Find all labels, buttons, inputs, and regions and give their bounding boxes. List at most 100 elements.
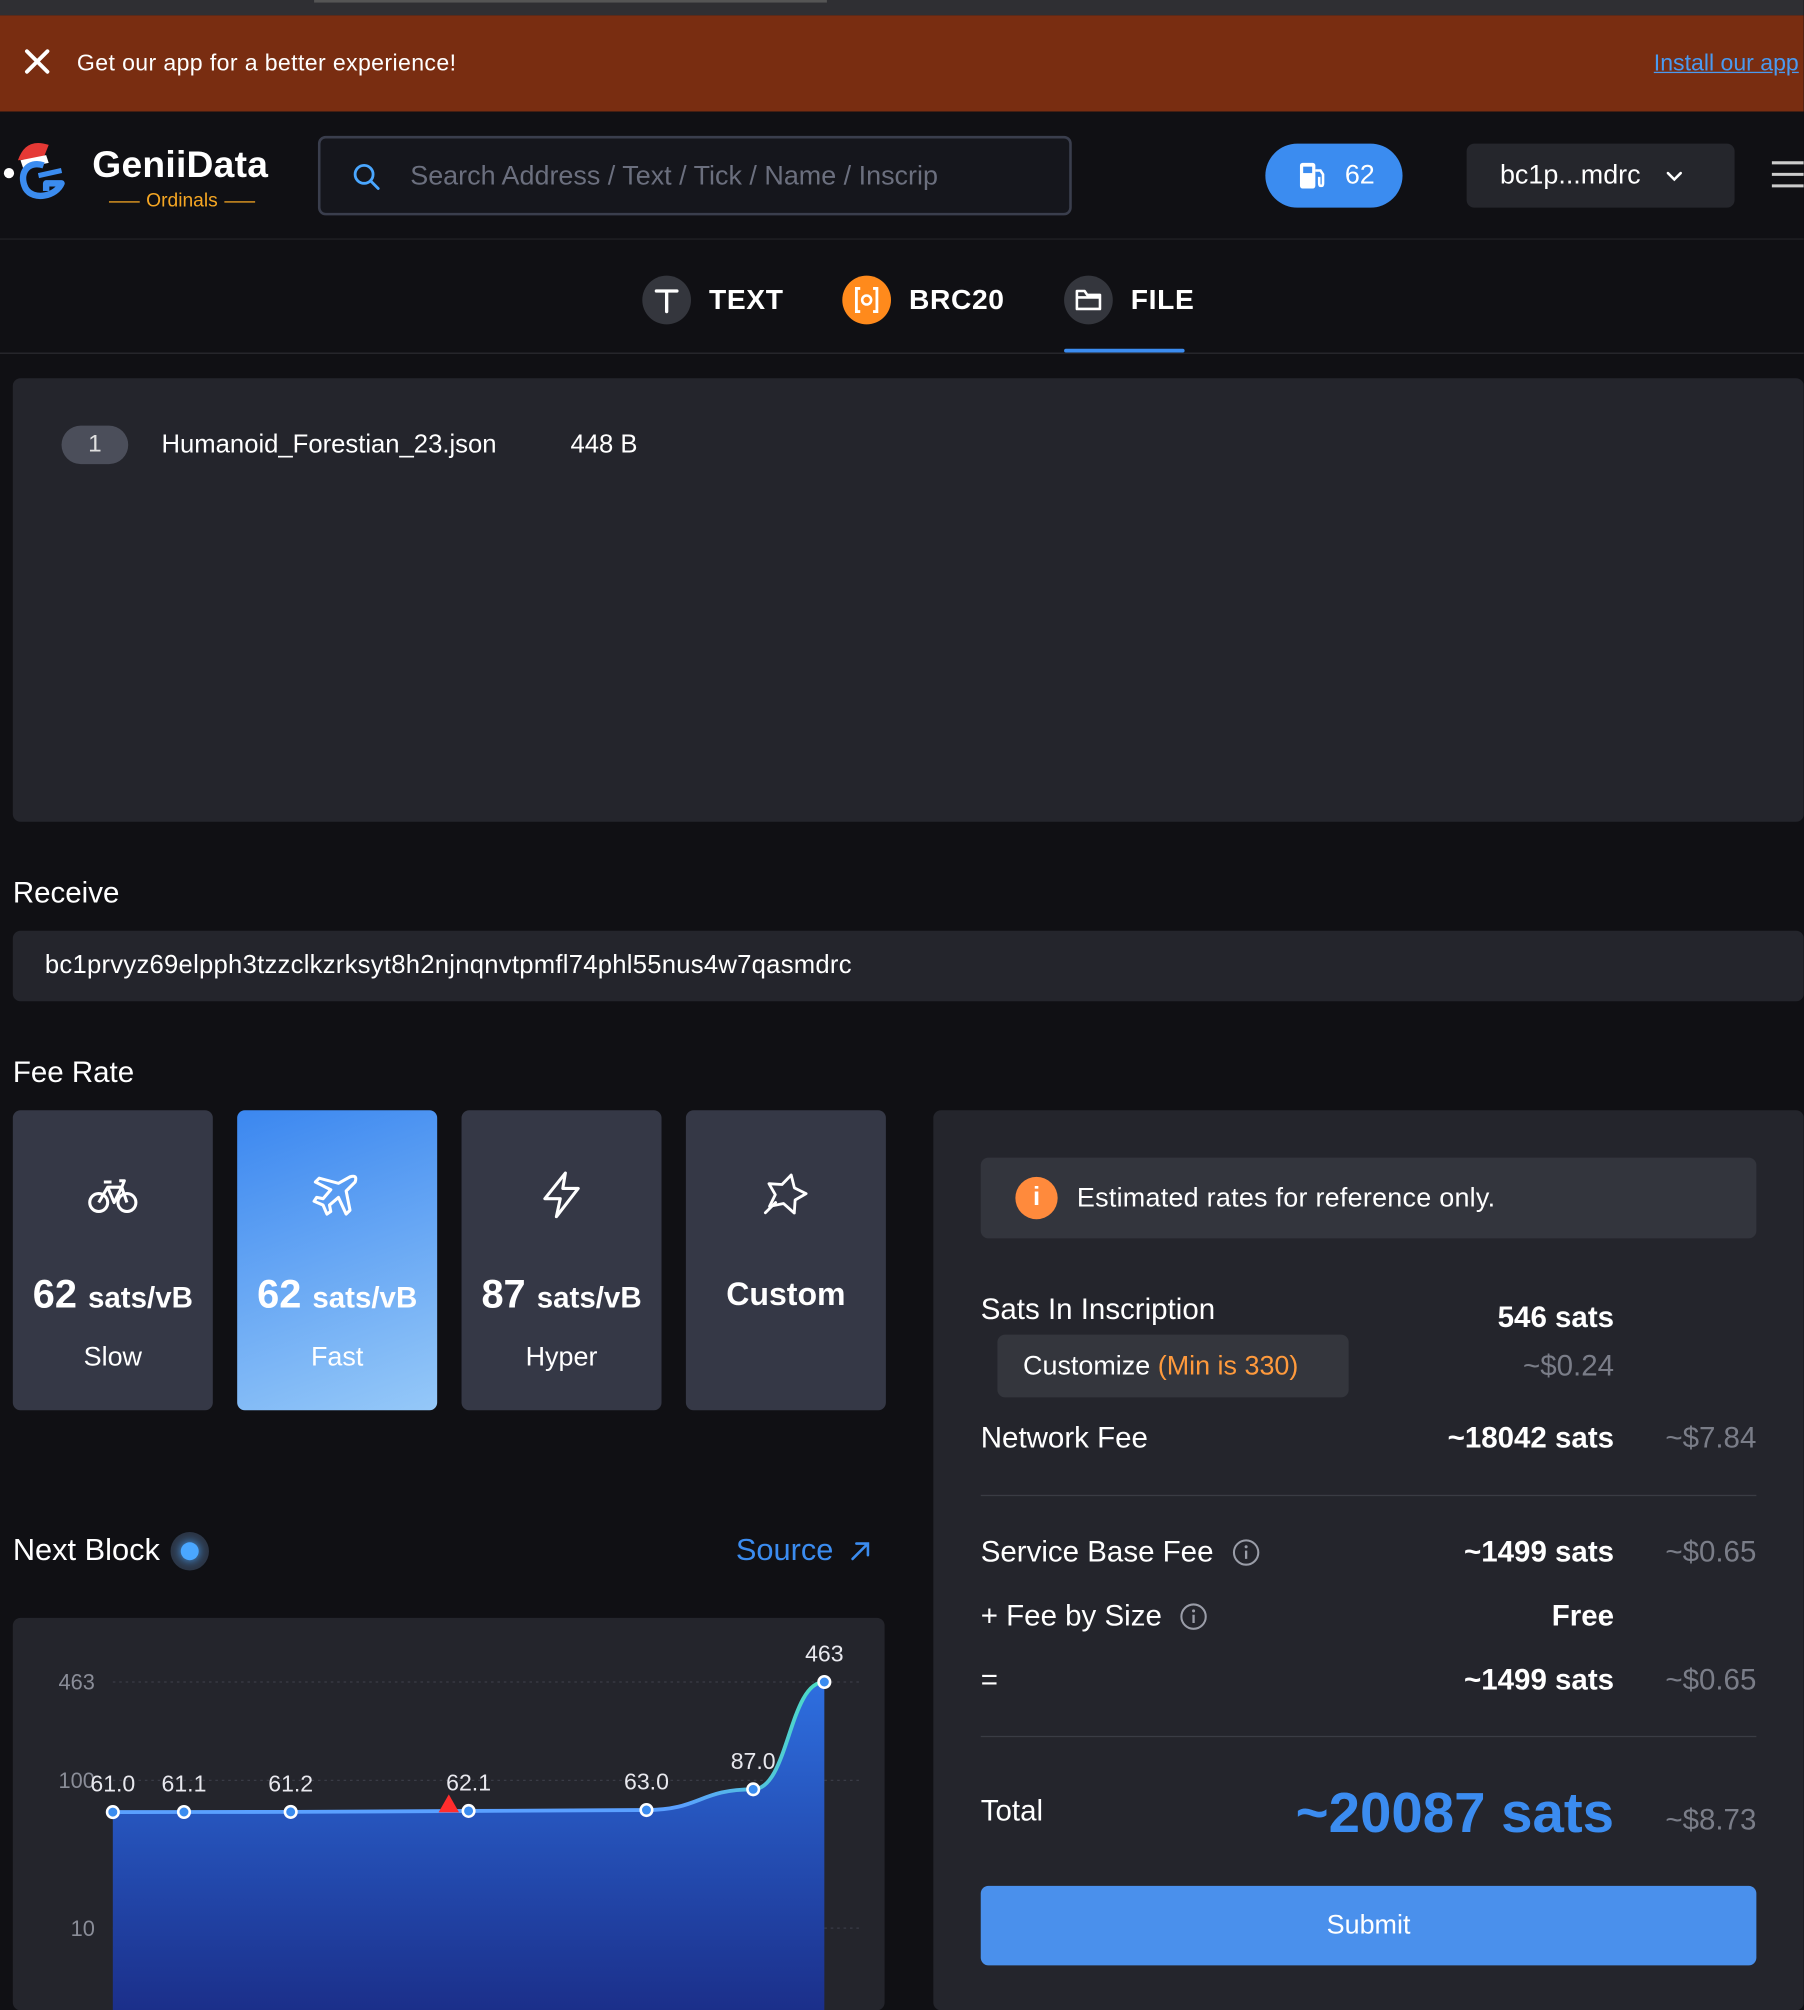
active-tab-indicator bbox=[1064, 348, 1185, 353]
folder-icon bbox=[1064, 275, 1113, 325]
source-label: Source bbox=[735, 1533, 834, 1568]
wallet-dropdown[interactable]: bc1p...mdrc bbox=[1466, 143, 1735, 208]
brc20-tab-icon bbox=[842, 275, 892, 325]
chart-point bbox=[176, 1804, 192, 1820]
chart-point bbox=[817, 1674, 832, 1690]
gas-fee-button[interactable]: 62 bbox=[1265, 143, 1403, 208]
gas-fee-value: 62 bbox=[1344, 160, 1375, 190]
receive-label: Receive bbox=[12, 875, 120, 909]
chart-point bbox=[105, 1805, 120, 1820]
chart-data-label: 463 bbox=[805, 1640, 843, 1666]
file-list: 1 Humanoid_Forestian_23.json 448 B bbox=[12, 378, 1804, 822]
close-icon[interactable] bbox=[23, 47, 51, 75]
live-status-icon bbox=[170, 1532, 209, 1571]
chart-area bbox=[112, 1682, 825, 2010]
fee-by-size-row: + Fee by Size bbox=[981, 1599, 1208, 1634]
chart-y-tick-label: 10 bbox=[71, 1916, 95, 1941]
service-fee-total-value: ~1499 sats bbox=[1464, 1662, 1615, 1697]
fee-rate-label: Fee Rate bbox=[12, 1055, 135, 1089]
current-fee-marker bbox=[438, 1794, 460, 1813]
tab-file[interactable]: FILE bbox=[1064, 274, 1194, 325]
file-size: 448 B bbox=[570, 430, 638, 459]
fee-slow-label: Slow bbox=[83, 1342, 143, 1372]
fee-by-size-value: Free bbox=[1551, 1598, 1615, 1633]
equals-label: = bbox=[980, 1662, 998, 1697]
fee-summary-panel: i Estimated rates for reference only. Sa… bbox=[933, 1110, 1804, 2010]
file-index-badge: 1 bbox=[61, 425, 129, 465]
tab-brc20[interactable]: BRC20 bbox=[842, 274, 1004, 325]
next-block-chart: 463 100 10 61.0 61.1 61.2 62.1 63.0 87.0 463 bbox=[12, 1617, 885, 2010]
browser-tab-indicator bbox=[314, 0, 827, 3]
service-base-fee-row: Service Base Fee bbox=[981, 1535, 1260, 1570]
service-base-fee-label: Service Base Fee bbox=[980, 1534, 1214, 1568]
search-icon bbox=[353, 163, 380, 190]
airplane-icon bbox=[312, 1174, 358, 1216]
logo-name: GeniiData bbox=[92, 144, 269, 186]
logo-subtitle: Ordinals bbox=[103, 190, 262, 212]
network-fee-value: ~18042 sats bbox=[1447, 1420, 1615, 1454]
chart-y-ticks: 46310010 bbox=[59, 1670, 95, 1941]
chart-data-label: 63.0 bbox=[624, 1769, 669, 1795]
chart-data-label: 62.1 bbox=[446, 1769, 491, 1795]
lightning-icon bbox=[543, 1171, 580, 1219]
fee-hyper-rate: 87 sats/vB bbox=[481, 1271, 642, 1317]
banner-message: Get our app for a better experience! bbox=[76, 49, 457, 76]
logo[interactable]: GeniiData Ordinals bbox=[0, 132, 295, 212]
service-fee-total-usd: ~$0.65 bbox=[1665, 1662, 1757, 1697]
fee-slow-rate: 62 sats/vB bbox=[32, 1271, 193, 1317]
estimate-notice: i Estimated rates for reference only. bbox=[980, 1157, 1757, 1239]
install-app-link[interactable]: Install our app bbox=[1654, 50, 1799, 77]
text-tab-icon bbox=[642, 275, 692, 325]
chart-y-tick-label: 463 bbox=[59, 1670, 95, 1695]
search-input[interactable] bbox=[410, 153, 1052, 200]
service-base-fee-usd: ~$0.65 bbox=[1665, 1534, 1757, 1568]
chart-data-label: 61.0 bbox=[90, 1771, 135, 1797]
source-link[interactable]: Source bbox=[736, 1533, 872, 1569]
fee-option-fast[interactable]: 62 sats/vB Fast bbox=[237, 1110, 438, 1411]
next-block-title: Next Block bbox=[12, 1532, 209, 1571]
file-name: Humanoid_Forestian_23.json bbox=[161, 430, 497, 459]
sats-in-inscription-usd: ~$0.24 bbox=[1523, 1348, 1615, 1383]
network-fee-label: Network Fee bbox=[980, 1420, 1148, 1454]
app-promo-banner: Get our app for a better experience! Ins… bbox=[0, 15, 1804, 112]
chart-data-label: 61.1 bbox=[162, 1770, 207, 1796]
chart-data-labels: 61.0 61.1 61.2 62.1 63.0 87.0 463 bbox=[90, 1640, 843, 1796]
chevron-down-icon bbox=[1666, 171, 1682, 182]
logo-icon bbox=[3, 142, 65, 200]
gas-pump-icon bbox=[1299, 162, 1325, 189]
chart-point bbox=[461, 1803, 476, 1819]
fee-distribution-chart: 46310010 61.0 61.1 61.2 62.1 63.087.0463 bbox=[59, 1640, 859, 2010]
fee-option-custom[interactable]: Custom bbox=[685, 1110, 886, 1411]
estimate-notice-text: Estimated rates for reference only. bbox=[1076, 1183, 1496, 1213]
sats-in-inscription-value: 546 sats bbox=[1497, 1299, 1615, 1334]
network-fee-usd: ~$7.84 bbox=[1665, 1420, 1757, 1454]
tab-brc20-label: BRC20 bbox=[908, 283, 1005, 316]
header: GeniiData Ordinals 62 bc1p...mdrc bbox=[0, 111, 1804, 240]
next-block-label: Next Block bbox=[12, 1533, 160, 1568]
info-icon: i bbox=[1015, 1176, 1058, 1220]
fee-custom-label: Custom bbox=[726, 1276, 846, 1313]
app-root: Get our app for a better experience! Ins… bbox=[0, 0, 1804, 2010]
search-box[interactable] bbox=[317, 135, 1072, 216]
fee-hyper-label: Hyper bbox=[525, 1342, 598, 1372]
menu-icon[interactable] bbox=[1771, 159, 1804, 190]
fee-fast-rate: 62 sats/vB bbox=[257, 1271, 418, 1317]
receive-address-field[interactable]: bc1prvyz69elpph3tzzclkzrksyt8h2njnqnvtpm… bbox=[12, 930, 1804, 1002]
chart-data-label: 87.0 bbox=[731, 1748, 776, 1774]
fee-option-slow[interactable]: 62 sats/vB Slow bbox=[12, 1110, 213, 1411]
tab-text[interactable]: TEXT bbox=[642, 274, 783, 325]
total-label: Total bbox=[980, 1793, 1044, 1827]
info-circle-icon[interactable] bbox=[1231, 1538, 1259, 1566]
chart-point bbox=[746, 1782, 761, 1797]
tab-text-label: TEXT bbox=[708, 283, 784, 316]
submit-button[interactable]: Submit bbox=[980, 1885, 1757, 1966]
fee-by-size-label: + Fee by Size bbox=[980, 1598, 1162, 1633]
custom-star-icon bbox=[763, 1173, 808, 1215]
tab-file-label: FILE bbox=[1130, 283, 1195, 316]
info-circle-icon[interactable] bbox=[1180, 1602, 1208, 1630]
fee-option-hyper[interactable]: 87 sats/vB Hyper bbox=[461, 1110, 662, 1411]
divider bbox=[980, 1494, 1757, 1497]
fee-fast-label: Fast bbox=[310, 1342, 364, 1372]
customize-sats-button[interactable]: Customize (Min is 330) bbox=[997, 1334, 1349, 1398]
chart-point bbox=[639, 1802, 654, 1818]
